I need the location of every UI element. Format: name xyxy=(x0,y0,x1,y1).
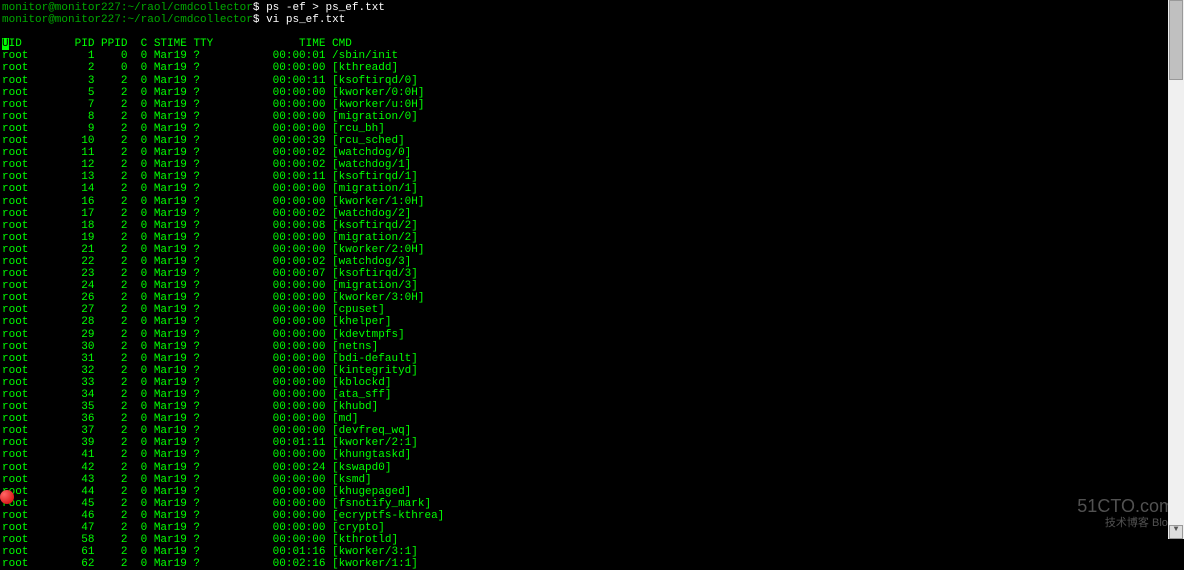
process-row: root 33 2 0 Mar19 ? 00:00:00 [kblockd] xyxy=(2,377,1182,389)
process-row: root 12 2 0 Mar19 ? 00:00:02 [watchdog/1… xyxy=(2,159,1182,171)
process-row: root 61 2 0 Mar19 ? 00:01:16 [kworker/3:… xyxy=(2,546,1182,558)
process-row: root 62 2 0 Mar19 ? 00:02:16 [kworker/1:… xyxy=(2,558,1182,570)
process-row: root 2 0 0 Mar19 ? 00:00:00 [kthreadd] xyxy=(2,62,1182,74)
prompt-user-host: monitor@monitor227 xyxy=(2,14,121,26)
process-row: root 58 2 0 Mar19 ? 00:00:00 [kthrotld] xyxy=(2,534,1182,546)
watermark-sub: 技术博客 Blog xyxy=(1077,517,1174,529)
process-row: root 34 2 0 Mar19 ? 00:00:00 [ata_sff] xyxy=(2,389,1182,401)
process-row: root 45 2 0 Mar19 ? 00:00:00 [fsnotify_m… xyxy=(2,498,1182,510)
process-list: root 1 0 0 Mar19 ? 00:00:01 /sbin/initro… xyxy=(2,50,1182,570)
process-row: root 14 2 0 Mar19 ? 00:00:00 [migration/… xyxy=(2,183,1182,195)
process-row: root 21 2 0 Mar19 ? 00:00:00 [kworker/2:… xyxy=(2,244,1182,256)
prompt-sep: $ xyxy=(253,2,260,14)
process-row: root 5 2 0 Mar19 ? 00:00:00 [kworker/0:0… xyxy=(2,87,1182,99)
cursor: U xyxy=(2,38,9,50)
process-row: root 32 2 0 Mar19 ? 00:00:00 [kintegrity… xyxy=(2,365,1182,377)
blank-line xyxy=(2,26,1182,38)
process-row: root 7 2 0 Mar19 ? 00:00:00 [kworker/u:0… xyxy=(2,99,1182,111)
process-row: root 23 2 0 Mar19 ? 00:00:07 [ksoftirqd/… xyxy=(2,268,1182,280)
process-row: root 27 2 0 Mar19 ? 00:00:00 [cpuset] xyxy=(2,304,1182,316)
process-row: root 17 2 0 Mar19 ? 00:00:02 [watchdog/2… xyxy=(2,208,1182,220)
process-row: root 37 2 0 Mar19 ? 00:00:00 [devfreq_wq… xyxy=(2,425,1182,437)
process-row: root 35 2 0 Mar19 ? 00:00:00 [khubd] xyxy=(2,401,1182,413)
process-row: root 26 2 0 Mar19 ? 00:00:00 [kworker/3:… xyxy=(2,292,1182,304)
process-row: root 9 2 0 Mar19 ? 00:00:00 [rcu_bh] xyxy=(2,123,1182,135)
process-row: root 11 2 0 Mar19 ? 00:00:02 [watchdog/0… xyxy=(2,147,1182,159)
process-row: root 30 2 0 Mar19 ? 00:00:00 [netns] xyxy=(2,341,1182,353)
vertical-scrollbar[interactable]: ▲ ▼ xyxy=(1168,0,1184,539)
prompt-line-1: monitor@monitor227:~/raol/cmdcollector$ … xyxy=(2,2,1182,14)
process-row: root 42 2 0 Mar19 ? 00:00:24 [kswapd0] xyxy=(2,462,1182,474)
process-row: root 44 2 0 Mar19 ? 00:00:00 [khugepaged… xyxy=(2,486,1182,498)
prompt-path: ~/raol/cmdcollector xyxy=(127,2,252,14)
process-row: root 47 2 0 Mar19 ? 00:00:00 [crypto] xyxy=(2,522,1182,534)
prompt-sep: $ xyxy=(253,14,260,26)
command-2: vi ps_ef.txt xyxy=(266,14,345,26)
scroll-down-icon[interactable]: ▼ xyxy=(1169,525,1183,539)
process-row: root 8 2 0 Mar19 ? 00:00:00 [migration/0… xyxy=(2,111,1182,123)
process-row: root 36 2 0 Mar19 ? 00:00:00 [md] xyxy=(2,413,1182,425)
process-row: root 29 2 0 Mar19 ? 00:00:00 [kdevtmpfs] xyxy=(2,329,1182,341)
prompt-line-2: monitor@monitor227:~/raol/cmdcollector$ … xyxy=(2,14,1182,26)
red-dot-icon xyxy=(0,490,14,504)
process-row: root 1 0 0 Mar19 ? 00:00:01 /sbin/init xyxy=(2,50,1182,62)
prompt-user-host: monitor@monitor227 xyxy=(2,2,121,14)
process-row: root 24 2 0 Mar19 ? 00:00:00 [migration/… xyxy=(2,280,1182,292)
process-row: root 10 2 0 Mar19 ? 00:00:39 [rcu_sched] xyxy=(2,135,1182,147)
process-row: root 31 2 0 Mar19 ? 00:00:00 [bdi-defaul… xyxy=(2,353,1182,365)
process-row: root 3 2 0 Mar19 ? 00:00:11 [ksoftirqd/0… xyxy=(2,75,1182,87)
scrollbar-thumb[interactable] xyxy=(1169,0,1183,80)
prompt-path: ~/raol/cmdcollector xyxy=(127,14,252,26)
watermark-main: 51CTO.com xyxy=(1077,497,1174,517)
command-1: ps -ef > ps_ef.txt xyxy=(266,2,385,14)
process-row: root 28 2 0 Mar19 ? 00:00:00 [khelper] xyxy=(2,316,1182,328)
process-row: root 19 2 0 Mar19 ? 00:00:00 [migration/… xyxy=(2,232,1182,244)
process-row: root 22 2 0 Mar19 ? 00:00:02 [watchdog/3… xyxy=(2,256,1182,268)
process-row: root 46 2 0 Mar19 ? 00:00:00 [ecryptfs-k… xyxy=(2,510,1182,522)
process-row: root 41 2 0 Mar19 ? 00:00:00 [khungtaskd… xyxy=(2,449,1182,461)
process-row: root 13 2 0 Mar19 ? 00:00:11 [ksoftirqd/… xyxy=(2,171,1182,183)
ps-header-row: UID PID PPID C STIME TTY TIME CMD xyxy=(2,38,1182,50)
process-row: root 18 2 0 Mar19 ? 00:00:08 [ksoftirqd/… xyxy=(2,220,1182,232)
process-row: root 43 2 0 Mar19 ? 00:00:00 [ksmd] xyxy=(2,474,1182,486)
watermark: 51CTO.com 技术博客 Blog xyxy=(1077,497,1174,529)
process-row: root 39 2 0 Mar19 ? 00:01:11 [kworker/2:… xyxy=(2,437,1182,449)
process-row: root 16 2 0 Mar19 ? 00:00:00 [kworker/1:… xyxy=(2,196,1182,208)
